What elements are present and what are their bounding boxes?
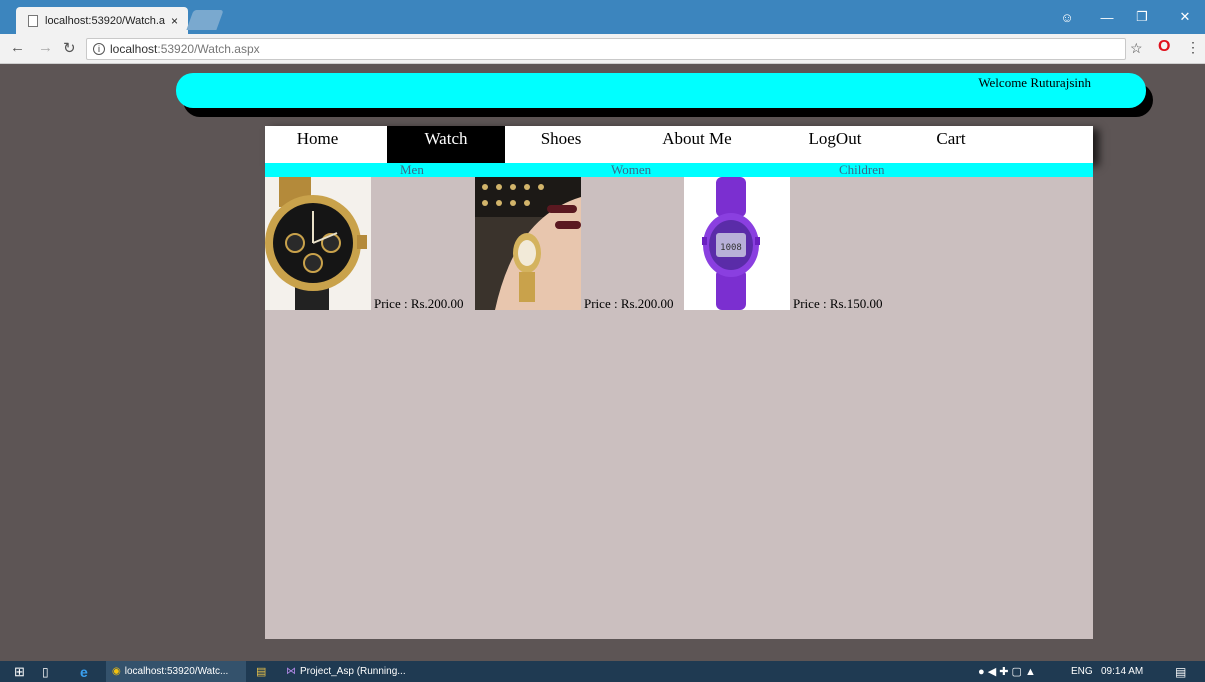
url-host: localhost	[110, 42, 158, 56]
site-header: Welcome Ruturajsinh	[176, 73, 1146, 108]
chrome-icon: ◉	[112, 666, 121, 677]
menu-cart[interactable]: Cart	[891, 126, 1011, 163]
product-price: Price : Rs.150.00	[793, 296, 883, 311]
opera-icon[interactable]: O	[1158, 38, 1170, 56]
profile-icon[interactable]: ☺	[1047, 0, 1087, 34]
product-price: Price : Rs.200.00	[584, 296, 674, 311]
visual-studio-icon: ⋈	[286, 666, 296, 677]
reload-icon[interactable]: ↻	[63, 39, 76, 57]
edge-icon[interactable]: e	[80, 661, 88, 682]
menu-shoes[interactable]: Shoes	[501, 126, 621, 163]
menu-about-me[interactable]: About Me	[637, 126, 757, 163]
url-path: :53920/Watch.aspx	[157, 42, 260, 56]
tab-title: localhost:53920/Watch.a	[45, 14, 166, 27]
welcome-text: Welcome Ruturajsinh	[978, 75, 1091, 90]
back-icon[interactable]: ←	[10, 39, 25, 56]
close-tab-icon[interactable]: ×	[171, 14, 178, 28]
file-explorer-icon[interactable]: ▤	[256, 661, 266, 682]
task-view-icon[interactable]: ▯	[42, 661, 49, 682]
svg-text:1008: 1008	[720, 243, 742, 253]
info-icon[interactable]: i	[93, 43, 105, 55]
taskbar-visual-studio[interactable]: ⋈ Project_Asp (Running...	[286, 661, 406, 682]
menu-home[interactable]: Home	[265, 126, 370, 163]
clock[interactable]: 09:14 AM	[1101, 661, 1143, 682]
product-card: Price : Rs.200.00	[475, 177, 674, 311]
submenu-women[interactable]: Women	[611, 162, 651, 178]
menu-dots-icon[interactable]: ⋮	[1186, 39, 1200, 56]
watch-image-chronograph[interactable]	[265, 177, 371, 310]
browser-tab[interactable]: localhost:53920/Watch.a ×	[16, 7, 188, 34]
watch-image-digital-purple[interactable]: 1008	[684, 177, 790, 310]
menu-logout[interactable]: LogOut	[775, 126, 895, 163]
product-area: Price : Rs.200.00 Price: Rs.200.00 1008…	[265, 177, 1093, 639]
submenu-children[interactable]: Children	[839, 162, 885, 178]
windows-start-icon[interactable]: ⊞	[14, 661, 25, 682]
main-menu: Home Watch Shoes About Me LogOut Cart	[265, 126, 1093, 163]
new-tab-button[interactable]	[186, 10, 224, 30]
browser-titlebar: localhost:53920/Watch.a × ☺ — ❐ ✕	[0, 0, 1205, 34]
url-input[interactable]: i localhost:53920/Watch.aspx	[86, 38, 1126, 60]
product-card: Price : Rs.200.00	[265, 177, 464, 311]
bookmark-star-icon[interactable]: ☆	[1130, 40, 1143, 57]
windows-taskbar: ⊞ ▯ e ◉ localhost:53920/Watc... ▤ ⋈ Proj…	[0, 661, 1205, 682]
page-body: Welcome Ruturajsinh Home Watch Shoes Abo…	[0, 65, 1205, 661]
tray-icons[interactable]: ● ◀ ✚ ▢ ▲	[978, 661, 1036, 682]
submenu-men[interactable]: Men	[400, 162, 424, 178]
product-card: 1008 Price : Rs.150.00	[684, 177, 883, 311]
menu-watch[interactable]: Watch	[387, 126, 505, 163]
page-icon	[28, 14, 38, 27]
sub-menu: Men Women Children	[265, 162, 1093, 178]
close-window-icon[interactable]: ✕	[1165, 0, 1205, 34]
taskbar-chrome-label: localhost:53920/Watc...	[124, 666, 229, 677]
watch-image-ladies[interactable]	[475, 177, 581, 310]
taskbar-vs-label: Project_Asp (Running...	[300, 666, 406, 677]
address-bar: ← → ↻ i localhost:53920/Watch.aspx ☆ O ⋮	[0, 34, 1205, 64]
notification-icon[interactable]: ▤	[1175, 661, 1186, 682]
minimize-icon[interactable]: —	[1087, 0, 1127, 34]
taskbar-chrome[interactable]: ◉ localhost:53920/Watc...	[106, 661, 246, 682]
language-indicator[interactable]: ENG	[1071, 661, 1093, 682]
forward-icon[interactable]: →	[38, 39, 53, 56]
product-price: Price : Rs.200.00	[374, 296, 464, 311]
restore-icon[interactable]: ❐	[1122, 0, 1162, 34]
